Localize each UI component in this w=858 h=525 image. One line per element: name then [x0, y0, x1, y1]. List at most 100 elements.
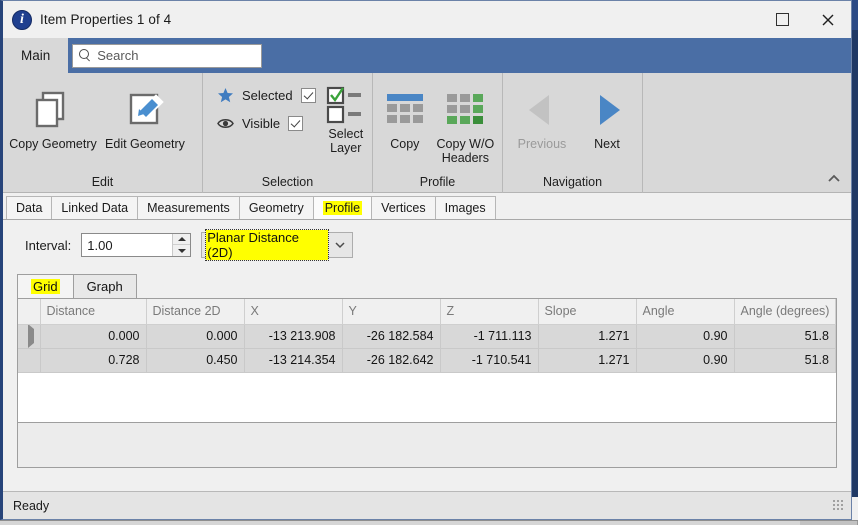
cell-angle-degrees[interactable]: 51.8 [734, 324, 836, 348]
cell-angle[interactable]: 0.90 [636, 324, 734, 348]
tab-data-label: Data [16, 201, 42, 215]
table-row[interactable]: 0.728 0.450 -13 214.354 -26 182.642 -1 7… [18, 348, 836, 372]
tab-images-label: Images [445, 201, 486, 215]
copy-geometry-button[interactable]: Copy Geometry [7, 81, 99, 151]
tab-vertices[interactable]: Vertices [371, 196, 435, 219]
cell-z[interactable]: -1 711.113 [440, 324, 538, 348]
ribbon-tab-main[interactable]: Main [3, 38, 68, 73]
ribbon-group-navigation-label: Navigation [503, 175, 642, 193]
selected-toggle[interactable]: Selected [217, 87, 316, 104]
resize-grip-icon[interactable] [833, 500, 845, 512]
previous-label: Previous [518, 137, 567, 151]
ribbon-group-profile: Copy [373, 73, 503, 193]
row-indicator-cell[interactable] [18, 324, 40, 348]
next-button[interactable]: Next [577, 81, 637, 151]
column-header-distance[interactable]: Distance [40, 299, 146, 324]
copy-wo-headers-label: Copy W/O Headers [433, 137, 498, 165]
chevron-down-icon[interactable] [328, 233, 352, 257]
chevron-up-icon[interactable] [827, 173, 841, 187]
copy-button[interactable]: Copy [377, 81, 433, 151]
status-text: Ready [13, 499, 49, 513]
window-title: Item Properties 1 of 4 [40, 12, 171, 27]
cell-slope[interactable]: 1.271 [538, 324, 636, 348]
interval-stepper[interactable]: 1.00 [81, 233, 191, 257]
tab-geometry[interactable]: Geometry [239, 196, 314, 219]
copy-wo-headers-button[interactable]: Copy W/O Headers [433, 81, 498, 165]
taskbar [0, 520, 858, 525]
interval-row: Interval: 1.00 Planar Distance (2D) [3, 220, 851, 258]
next-label: Next [594, 137, 620, 151]
cell-z[interactable]: -1 710.541 [440, 348, 538, 372]
tab-grid[interactable]: Grid [17, 274, 74, 298]
distance-mode-dropdown[interactable]: Planar Distance (2D) [201, 232, 353, 258]
cell-distance[interactable]: 0.728 [40, 348, 146, 372]
interval-value: 1.00 [82, 238, 112, 253]
copy-table-icon [385, 84, 425, 136]
close-button[interactable] [805, 1, 851, 38]
previous-button[interactable]: Previous [507, 81, 577, 151]
ribbon-group-selection-label: Selection [203, 175, 372, 193]
status-bar: Ready [3, 491, 851, 519]
ribbon-group-edit: Copy Geometry Edit Geometry [3, 73, 203, 193]
interval-spin-buttons [172, 234, 190, 256]
tab-geometry-label: Geometry [249, 201, 304, 215]
cell-x[interactable]: -13 213.908 [244, 324, 342, 348]
edit-geometry-icon [122, 84, 168, 136]
profile-panel: Interval: 1.00 Planar Distance (2D) [3, 220, 851, 491]
tab-data[interactable]: Data [6, 196, 52, 219]
triangle-up-icon [178, 237, 186, 241]
table-row[interactable]: 0.000 0.000 -13 213.908 -26 182.584 -1 7… [18, 324, 836, 348]
interval-decrement-button[interactable] [173, 245, 190, 256]
copy-geometry-icon [30, 84, 76, 136]
tab-linked-data-label: Linked Data [61, 201, 128, 215]
current-row-arrow-icon [28, 324, 34, 348]
column-header-y[interactable]: Y [342, 299, 440, 324]
profile-table: Distance Distance 2D X Y Z Slope Angle A… [18, 299, 836, 373]
copy-label: Copy [390, 137, 419, 151]
row-indicator-cell[interactable] [18, 348, 40, 372]
edit-geometry-button[interactable]: Edit Geometry [99, 81, 191, 151]
ribbon-group-profile-label: Profile [373, 175, 502, 193]
taskbar-item[interactable] [800, 521, 858, 525]
column-header-distance-2d[interactable]: Distance 2D [146, 299, 244, 324]
copy-table-no-headers-icon [445, 84, 485, 136]
ribbon-group-selection: Selected Visible [203, 73, 373, 193]
tab-measurements[interactable]: Measurements [137, 196, 240, 219]
interval-increment-button[interactable] [173, 234, 190, 245]
cell-slope[interactable]: 1.271 [538, 348, 636, 372]
tab-images[interactable]: Images [435, 196, 496, 219]
tab-vertices-label: Vertices [381, 201, 425, 215]
tab-profile[interactable]: Profile [313, 196, 372, 219]
column-header-angle[interactable]: Angle [636, 299, 734, 324]
column-header-z[interactable]: Z [440, 299, 538, 324]
column-header-slope[interactable]: Slope [538, 299, 636, 324]
selected-label: Selected [242, 88, 293, 103]
visible-checkbox[interactable] [288, 116, 303, 131]
cell-y[interactable]: -26 182.642 [342, 348, 440, 372]
cell-y[interactable]: -26 182.584 [342, 324, 440, 348]
visible-label: Visible [242, 116, 280, 131]
maximize-button[interactable] [759, 1, 805, 38]
cell-angle-degrees[interactable]: 51.8 [734, 348, 836, 372]
tab-graph[interactable]: Graph [73, 274, 137, 298]
cell-distance[interactable]: 0.000 [40, 324, 146, 348]
ribbon-group-edit-label: Edit [3, 175, 202, 193]
selected-checkbox[interactable] [301, 88, 316, 103]
row-header-corner [18, 299, 40, 324]
select-layer-button[interactable]: Select Layer [324, 81, 368, 155]
search-input[interactable]: Search [72, 44, 262, 68]
copy-geometry-label: Copy Geometry [9, 137, 97, 151]
ribbon: Copy Geometry Edit Geometry [3, 73, 851, 193]
visible-toggle[interactable]: Visible [217, 116, 316, 131]
tab-measurements-label: Measurements [147, 201, 230, 215]
column-header-x[interactable]: X [244, 299, 342, 324]
tab-linked-data[interactable]: Linked Data [51, 196, 138, 219]
cell-x[interactable]: -13 214.354 [244, 348, 342, 372]
cell-distance-2d[interactable]: 0.000 [146, 324, 244, 348]
column-header-angle-degrees[interactable]: Angle (degrees) [734, 299, 836, 324]
ribbon-group-navigation: Previous Next Navigation [503, 73, 643, 193]
section-tabs: Data Linked Data Measurements Geometry P… [3, 193, 851, 220]
profile-grid[interactable]: Distance Distance 2D X Y Z Slope Angle A… [17, 298, 837, 423]
cell-distance-2d[interactable]: 0.450 [146, 348, 244, 372]
cell-angle[interactable]: 0.90 [636, 348, 734, 372]
